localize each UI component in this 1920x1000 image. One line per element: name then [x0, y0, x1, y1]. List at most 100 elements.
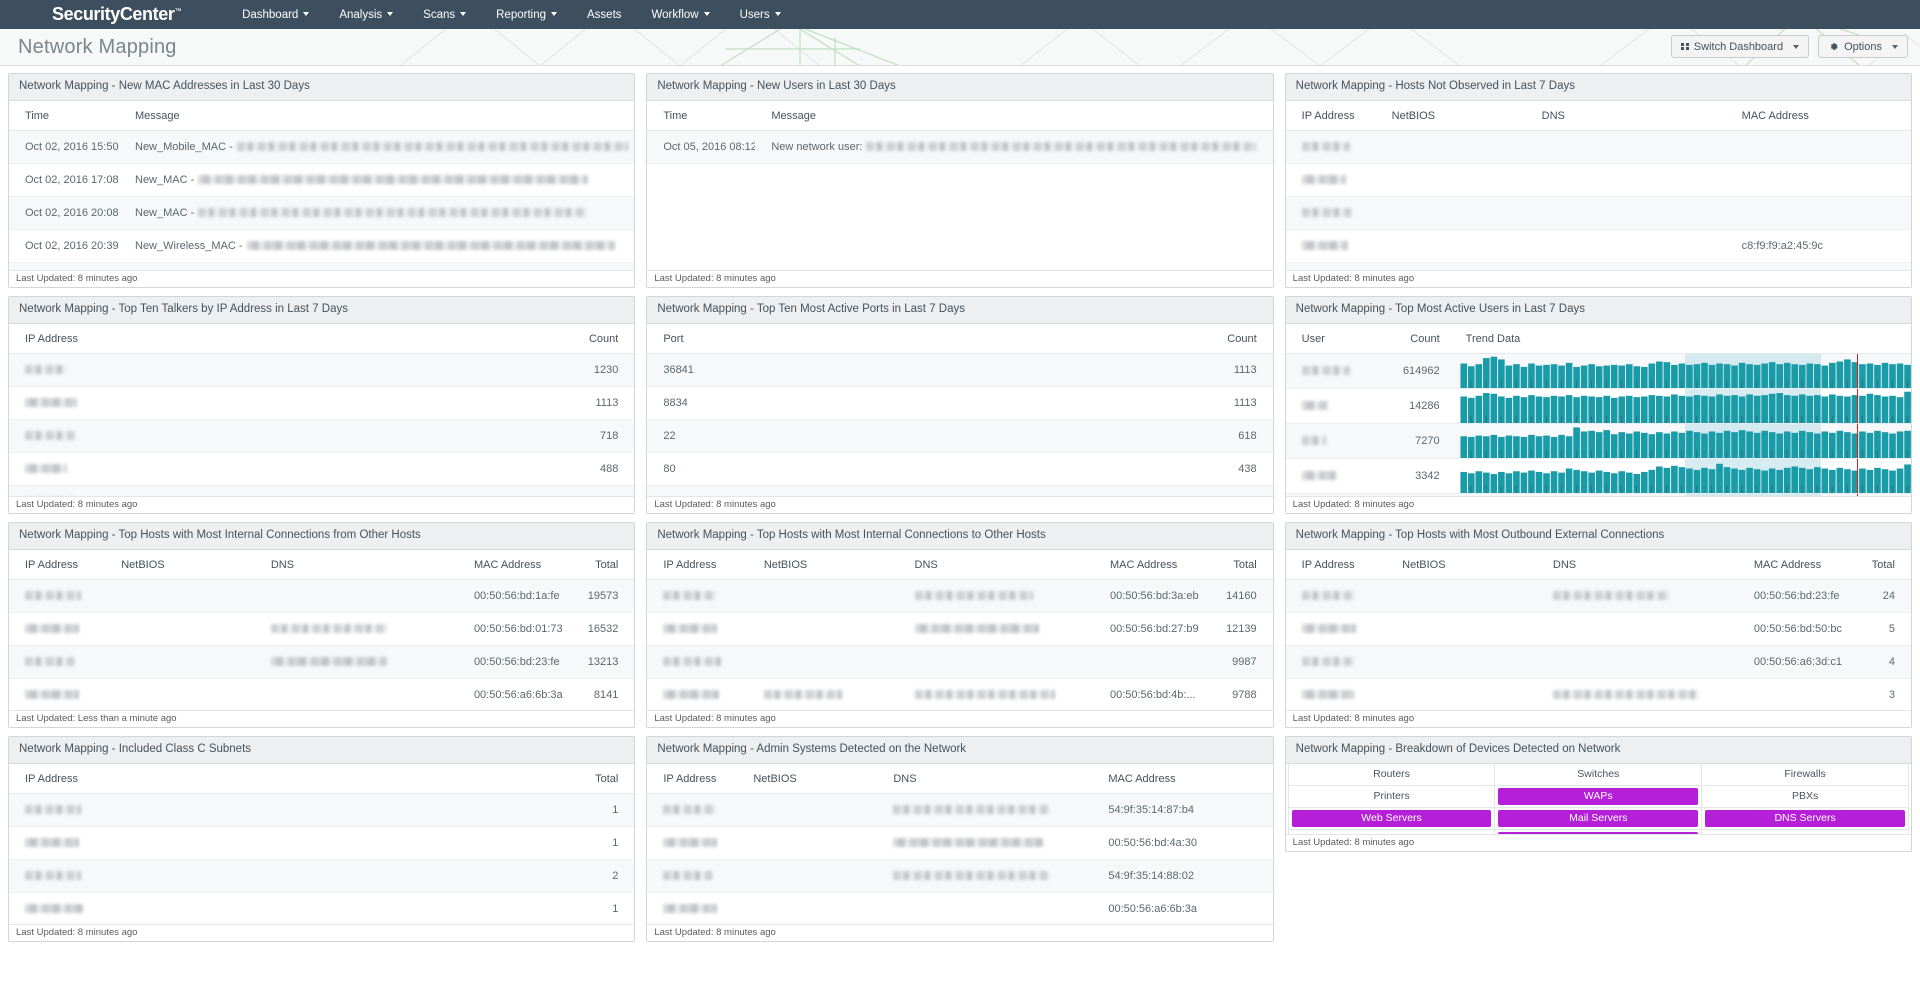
- matrix-cell-web-servers[interactable]: Web Servers: [1287, 807, 1496, 830]
- table-row[interactable]: 00:50:56:bd:50:bc 5: [1285, 612, 1911, 646]
- nav-item-dashboard[interactable]: Dashboard: [227, 2, 324, 28]
- table-row[interactable]: 36841 1113: [647, 353, 1273, 387]
- col-time[interactable]: Time: [647, 100, 756, 131]
- col-netbios[interactable]: NetBIOS: [1375, 100, 1526, 131]
- table-row[interactable]: 00:50:56:bd:1a:fe 19573: [9, 579, 635, 613]
- switch-dashboard-button[interactable]: Switch Dashboard: [1671, 35, 1810, 58]
- table-row[interactable]: 1: [9, 892, 635, 924]
- table-row[interactable]: 488: [9, 452, 635, 486]
- table-row[interactable]: 00:50:56:bd:4b:... 9788: [647, 678, 1273, 710]
- col-dns[interactable]: DNS: [898, 549, 1094, 580]
- col-mac-address[interactable]: MAC Address: [1093, 549, 1212, 580]
- col-total[interactable]: Total: [1211, 549, 1273, 580]
- matrix-cell-pbxs[interactable]: PBXs: [1701, 785, 1909, 808]
- table-row[interactable]: Oct 02, 2016 20:08 New_MAC -: [9, 196, 635, 230]
- col-mac-address[interactable]: MAC Address: [1737, 549, 1856, 580]
- col-netbios[interactable]: NetBIOS: [747, 549, 899, 580]
- col-dns[interactable]: DNS: [1525, 100, 1726, 131]
- matrix-cell-scada-systems[interactable]: SCADA Systems: [1701, 829, 1909, 834]
- col-mac-address[interactable]: MAC Address: [1725, 100, 1911, 131]
- col-netbios[interactable]: NetBIOS: [1386, 549, 1537, 580]
- table-row[interactable]: 00:50:56:a6:6b:3a 8141: [9, 678, 635, 710]
- col-ip-address[interactable]: IP Address: [647, 549, 748, 580]
- nav-item-scans[interactable]: Scans: [408, 2, 481, 28]
- col-time[interactable]: Time: [9, 100, 119, 131]
- col-netbios[interactable]: NetBIOS: [105, 549, 255, 580]
- nav-item-analysis[interactable]: Analysis: [324, 2, 408, 28]
- col-dns[interactable]: DNS: [1536, 549, 1738, 580]
- table-row[interactable]: 3: [1285, 678, 1911, 710]
- col-netbios[interactable]: NetBIOS: [737, 763, 878, 794]
- table-row[interactable]: a4:18:75:85:0a:18: [1285, 262, 1911, 270]
- col-count[interactable]: Count: [1385, 323, 1456, 354]
- nav-item-users[interactable]: Users: [725, 2, 796, 28]
- table-row[interactable]: c8:f9:f9:a2:45:9c: [1285, 229, 1911, 263]
- matrix-cell-firewalls[interactable]: Firewalls: [1701, 763, 1909, 786]
- table-row[interactable]: 54:9f:35:14:87:b4: [647, 793, 1273, 827]
- table-row[interactable]: [1285, 130, 1911, 164]
- col-ip-address[interactable]: IP Address: [647, 763, 738, 794]
- nav-item-assets[interactable]: Assets: [572, 2, 637, 28]
- options-button[interactable]: Options: [1818, 35, 1908, 58]
- col-ip-address[interactable]: IP Address: [1285, 100, 1376, 131]
- col-total[interactable]: Total: [564, 763, 635, 794]
- table-row[interactable]: 1230: [9, 353, 635, 387]
- col-count[interactable]: Count: [554, 323, 635, 354]
- table-row[interactable]: 9987: [647, 645, 1273, 679]
- table-row[interactable]: 00:50:56:a6:3d:c1 4: [1285, 645, 1911, 679]
- matrix-cell-mail-servers[interactable]: Mail Servers: [1494, 807, 1703, 830]
- table-row[interactable]: 00:50:56:bd:01:73 16532: [9, 612, 635, 646]
- nav-item-reporting[interactable]: Reporting: [481, 2, 572, 28]
- col-message[interactable]: Message: [119, 100, 635, 131]
- matrix-cell-switches[interactable]: Switches: [1494, 763, 1703, 786]
- col-mac-address[interactable]: MAC Address: [457, 549, 571, 580]
- col-ip-address[interactable]: IP Address: [9, 549, 106, 580]
- table-row[interactable]: [1285, 163, 1911, 197]
- matrix-cell-hypervisors[interactable]: Hypervisors: [1494, 829, 1703, 834]
- table-row[interactable]: 7270: [1285, 423, 1911, 459]
- matrix-cell-routers[interactable]: Routers: [1287, 763, 1496, 786]
- table-row[interactable]: 00:50:56:bd:23:fe 24: [1285, 579, 1911, 613]
- table-row[interactable]: 614962: [1285, 353, 1911, 389]
- col-count[interactable]: Count: [1192, 323, 1273, 354]
- col-trend-data[interactable]: Trend Data: [1455, 323, 1911, 354]
- table-row[interactable]: Oct 02, 2016 21:53New_Wireless_MAC -: [9, 262, 635, 270]
- table-row[interactable]: 00:50:56:bd:23:fe 13213: [9, 645, 635, 679]
- table-row[interactable]: 3342: [1285, 458, 1911, 494]
- col-mac-address[interactable]: MAC Address: [1092, 763, 1273, 794]
- col-message[interactable]: Message: [755, 100, 1273, 131]
- table-row[interactable]: 14286: [1285, 388, 1911, 424]
- col-dns[interactable]: DNS: [877, 763, 1093, 794]
- nav-item-workflow[interactable]: Workflow: [637, 2, 725, 28]
- table-row[interactable]: 309: [9, 485, 635, 496]
- table-row[interactable]: 54:9f:35:14:88:02: [647, 859, 1273, 893]
- matrix-cell-waps[interactable]: WAPs: [1494, 785, 1703, 808]
- table-row[interactable]: 00:50:56:bd:3a:eb 14160: [647, 579, 1273, 613]
- table-row[interactable]: 1: [9, 826, 635, 860]
- col-ip-address[interactable]: IP Address: [9, 323, 555, 354]
- col-total[interactable]: Total: [1855, 549, 1911, 580]
- table-row[interactable]: Oct 02, 2016 15:50 New_Mobile_MAC -: [9, 130, 635, 164]
- matrix-cell-printers[interactable]: Printers: [1287, 785, 1496, 808]
- table-row[interactable]: 00:50:56:bd:27:b9 12139: [647, 612, 1273, 646]
- table-row[interactable]: 1: [9, 793, 635, 827]
- table-row[interactable]: [1285, 196, 1911, 230]
- col-port[interactable]: Port: [647, 323, 1193, 354]
- table-row[interactable]: Oct 05, 2016 08:12 New network user:: [647, 130, 1273, 164]
- table-row[interactable]: 47867309: [647, 485, 1273, 496]
- matrix-cell-dns-servers[interactable]: DNS Servers: [1701, 807, 1909, 830]
- table-row[interactable]: Oct 02, 2016 20:39 New_Wireless_MAC -: [9, 229, 635, 263]
- matrix-cell-mobile-devices[interactable]: Mobile Devices: [1287, 829, 1496, 834]
- col-ip-address[interactable]: IP Address: [1285, 549, 1387, 580]
- col-ip-address[interactable]: IP Address: [9, 763, 565, 794]
- table-row[interactable]: 2: [9, 859, 635, 893]
- table-row[interactable]: 22 618: [647, 419, 1273, 453]
- table-row[interactable]: Oct 02, 2016 17:08 New_MAC -: [9, 163, 635, 197]
- table-row[interactable]: 00:50:56:a6:6b:3a: [647, 892, 1273, 924]
- col-user[interactable]: User: [1285, 323, 1386, 354]
- col-dns[interactable]: DNS: [254, 549, 458, 580]
- table-row[interactable]: 3085: [1285, 493, 1911, 496]
- table-row[interactable]: 00:50:56:bd:4a:30: [647, 826, 1273, 860]
- col-total[interactable]: Total: [570, 549, 635, 580]
- table-row[interactable]: 8834 1113: [647, 386, 1273, 420]
